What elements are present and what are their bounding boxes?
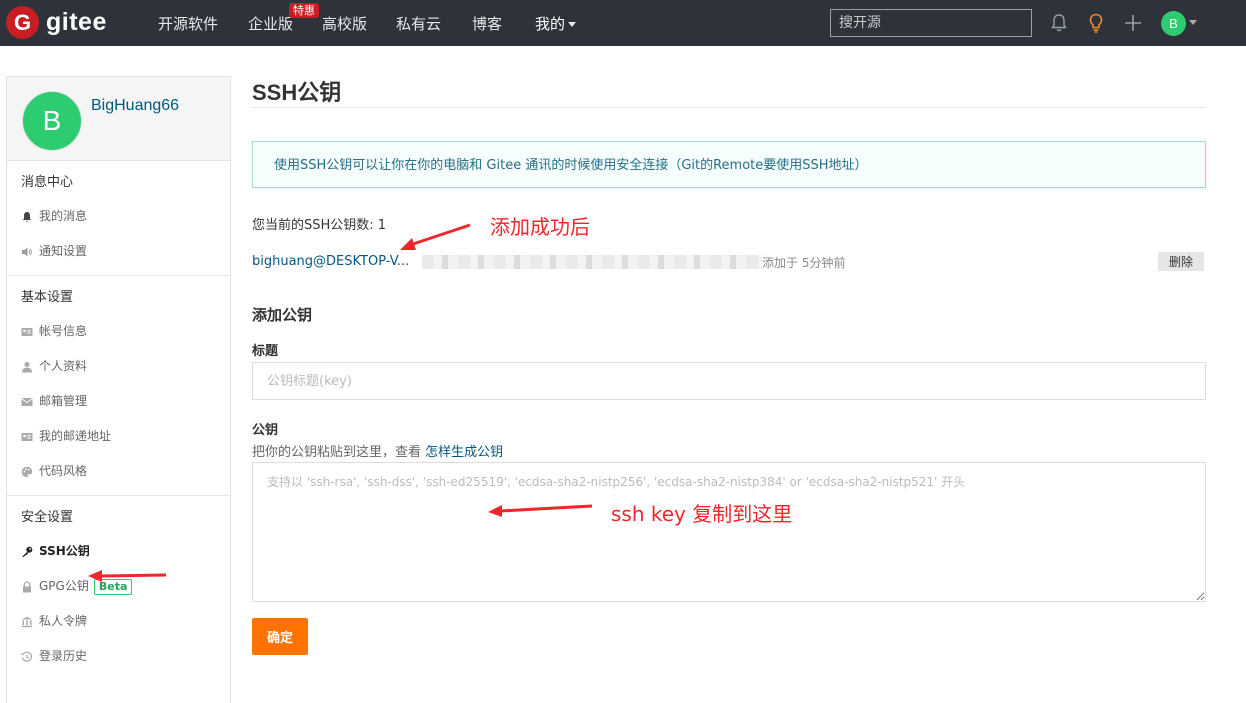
annotation-arrow-key — [409, 223, 471, 247]
nav-enterprise[interactable]: 企业版 — [248, 13, 293, 34]
sidebar-item-label: 私人令牌 — [39, 614, 88, 628]
key-label: 公钥 — [252, 423, 279, 438]
public-key-textarea[interactable] — [252, 462, 1206, 602]
ssh-key-count: 您当前的SSH公钥数: 1 — [252, 218, 387, 233]
sidebar-item-label: 个人资料 — [39, 359, 88, 373]
sidebar-item-gpg-keys[interactable]: GPG公钥 Beta — [7, 569, 230, 604]
menu-section-security: 安全设置 SSH公钥 GPG公钥 Beta 私人令牌 登录历史 — [7, 496, 230, 680]
search-input[interactable] — [830, 9, 1032, 37]
nav-open-source[interactable]: 开源软件 — [158, 13, 218, 34]
add-key-heading: 添加公钥 — [252, 306, 313, 324]
address-card-icon — [21, 432, 33, 441]
title-label: 标题 — [252, 344, 279, 359]
how-to-generate-key-link[interactable]: 怎样生成公钥 — [425, 445, 503, 460]
profile-card: B BigHuang66 — [7, 77, 230, 161]
ssh-key-row: bighuang@DESKTOP-V... 添加于 5分钟前 删除 — [252, 252, 1206, 272]
sidebar-item-my-messages[interactable]: 我的消息 — [7, 199, 230, 234]
sidebar-item-label: 邮箱管理 — [39, 394, 88, 408]
page-title: SSH公钥 — [252, 80, 342, 105]
sidebar-item-postal-address[interactable]: 我的邮递地址 — [7, 419, 230, 454]
bank-icon — [21, 616, 33, 627]
sidebar-item-account-info[interactable]: 帐号信息 — [7, 314, 230, 349]
user-avatar[interactable]: B — [1161, 11, 1186, 36]
sidebar-item-code-style[interactable]: 代码风格 — [7, 454, 230, 489]
envelope-icon — [21, 397, 33, 406]
top-navbar: G gitee 开源软件 企业版 特惠 高校版 私有云 博客 我的 B — [0, 0, 1246, 46]
divider — [252, 107, 1206, 108]
ssh-key-title[interactable]: bighuang@DESKTOP-V... — [252, 254, 409, 269]
sidebar-item-notification-settings[interactable]: 通知设置 — [7, 234, 230, 269]
delete-key-button[interactable]: 删除 — [1158, 252, 1204, 271]
profile-username[interactable]: BigHuang66 — [91, 97, 179, 115]
nav-mine[interactable]: 我的 — [535, 13, 577, 34]
key-hint: 把你的公钥粘贴到这里，查看 怎样生成公钥 — [252, 441, 503, 460]
profile-avatar[interactable]: B — [22, 91, 82, 151]
settings-sidebar: B BigHuang66 消息中心 我的消息 通知设置 基本设置 帐号信息 个人… — [6, 76, 231, 703]
chevron-down-icon — [568, 22, 577, 27]
nav-university[interactable]: 高校版 — [322, 13, 367, 34]
sidebar-item-access-tokens[interactable]: 私人令牌 — [7, 604, 230, 639]
enterprise-badge: 特惠 — [289, 3, 319, 18]
logo-mark: G — [6, 6, 39, 39]
history-icon — [21, 651, 33, 662]
palette-icon — [21, 466, 33, 477]
sidebar-item-email[interactable]: 邮箱管理 — [7, 384, 230, 419]
annotation-paste-here: ssh key 复制到这里 — [611, 502, 793, 526]
nav-private-cloud[interactable]: 私有云 — [396, 13, 441, 34]
key-hint-text: 把你的公钥粘贴到这里，查看 — [252, 445, 426, 460]
key-title-input[interactable] — [252, 362, 1206, 400]
ssh-key-added-time: 添加于 5分钟前 — [762, 256, 846, 270]
annotation-added-success: 添加成功后 — [490, 215, 590, 239]
nav-mine-label: 我的 — [535, 15, 566, 33]
plus-icon[interactable] — [1122, 12, 1144, 34]
sidebar-item-ssh-keys[interactable]: SSH公钥 — [7, 534, 230, 569]
info-message: 使用SSH公钥可以让你在你的电脑和 Gitee 通讯的时候使用安全连接（Git的… — [252, 141, 1206, 188]
gitee-logo[interactable]: G gitee — [6, 6, 107, 39]
id-card-icon — [21, 327, 33, 336]
sidebar-item-label: 登录历史 — [39, 649, 88, 663]
speaker-icon — [22, 247, 32, 256]
avatar-chevron-down-icon[interactable] — [1189, 20, 1197, 25]
sidebar-item-label: 帐号信息 — [39, 324, 88, 338]
logo-text: gitee — [46, 8, 107, 36]
user-icon — [22, 361, 32, 372]
bell-icon[interactable] — [1048, 12, 1070, 34]
section-title-basic: 基本设置 — [21, 290, 74, 305]
lightbulb-icon[interactable] — [1085, 12, 1107, 34]
nav-blog[interactable]: 博客 — [472, 13, 502, 34]
ssh-key-fingerprint-blurred — [422, 255, 762, 269]
beta-badge: Beta — [93, 578, 133, 595]
sidebar-item-label: SSH公钥 — [39, 544, 90, 558]
key-icon — [22, 546, 33, 557]
sidebar-item-label: 我的消息 — [39, 209, 88, 223]
sidebar-item-label: GPG公钥 — [39, 579, 89, 593]
sidebar-item-label: 我的邮递地址 — [39, 429, 112, 443]
sidebar-item-login-history[interactable]: 登录历史 — [7, 639, 230, 674]
section-title-messages: 消息中心 — [21, 175, 74, 190]
lock-icon — [23, 580, 31, 592]
submit-button[interactable]: 确定 — [252, 618, 308, 655]
sidebar-item-label: 代码风格 — [39, 464, 88, 478]
menu-section-messages: 消息中心 我的消息 通知设置 — [7, 161, 230, 276]
bell-icon — [23, 211, 31, 222]
menu-section-basic: 基本设置 帐号信息 个人资料 邮箱管理 我的邮递地址 代码风格 — [7, 276, 230, 496]
annotation-arrowhead-key — [400, 238, 416, 250]
sidebar-item-profile[interactable]: 个人资料 — [7, 349, 230, 384]
section-title-security: 安全设置 — [21, 510, 74, 525]
sidebar-item-label: 通知设置 — [39, 244, 88, 258]
